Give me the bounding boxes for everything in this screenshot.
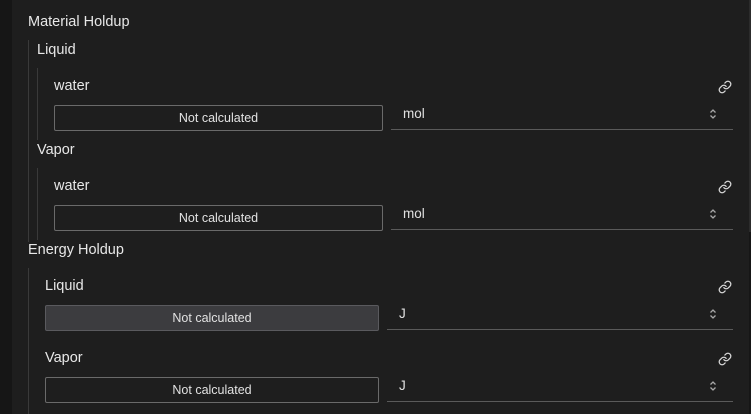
link-icon[interactable] (718, 180, 732, 194)
link-icon[interactable] (718, 80, 732, 94)
material-liquid-component-label: water (54, 78, 90, 94)
chevron-up-down-icon (709, 207, 717, 221)
energy-vapor-unit-select[interactable]: J (387, 374, 733, 402)
material-holdup-rail (28, 40, 29, 242)
material-vapor-unit-select[interactable]: mol (391, 202, 733, 230)
energy-vapor-title: Vapor (45, 350, 83, 366)
energy-liquid-value[interactable]: Not calculated (45, 305, 379, 331)
energy-liquid-unit-select[interactable]: J (387, 302, 733, 330)
material-liquid-title: Liquid (37, 42, 76, 58)
energy-vapor-value[interactable]: Not calculated (45, 377, 379, 403)
unit-label: mol (403, 106, 425, 121)
material-holdup-title: Material Holdup (28, 14, 130, 30)
energy-liquid-title: Liquid (45, 278, 84, 294)
material-liquid-unit-select[interactable]: mol (391, 102, 733, 130)
material-vapor-rail (37, 168, 38, 240)
material-vapor-title: Vapor (37, 142, 75, 158)
link-icon[interactable] (718, 280, 732, 294)
unit-label: mol (403, 206, 425, 221)
material-liquid-water-value[interactable]: Not calculated (54, 105, 383, 131)
link-icon[interactable] (718, 352, 732, 366)
energy-holdup-rail (28, 268, 29, 414)
chevron-up-down-icon (709, 107, 717, 121)
material-vapor-component-label: water (54, 178, 90, 194)
energy-holdup-title: Energy Holdup (28, 242, 124, 258)
chevron-up-down-icon (709, 307, 717, 321)
chevron-up-down-icon (709, 379, 717, 393)
unit-label: J (399, 378, 406, 393)
material-vapor-water-value[interactable]: Not calculated (54, 205, 383, 231)
unit-label: J (399, 306, 406, 321)
material-liquid-rail (37, 68, 38, 140)
